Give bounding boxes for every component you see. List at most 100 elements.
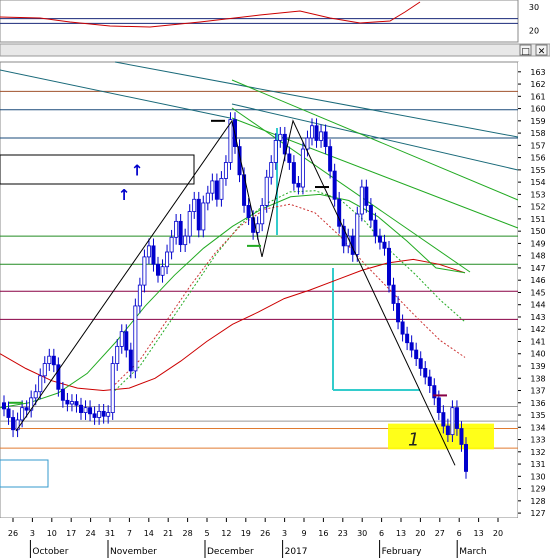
candle xyxy=(137,284,142,307)
candle xyxy=(69,401,74,405)
candle xyxy=(128,349,133,372)
candle xyxy=(377,235,382,243)
candle xyxy=(319,131,324,141)
chart-canvas: 3020 □ ✕ 1↑↑ 163162161160159158157156155… xyxy=(0,0,550,558)
price-tick-label: 161 xyxy=(530,92,545,101)
time-tick-label: 26 xyxy=(260,529,270,538)
candle xyxy=(155,263,160,276)
candle xyxy=(386,247,391,286)
time-tick-label: 27 xyxy=(435,529,445,538)
candle xyxy=(92,413,97,418)
time-tick-label: 20 xyxy=(493,529,503,538)
time-tick-label: 6 xyxy=(379,529,384,538)
candle xyxy=(42,363,47,377)
up-arrow-icon: ↑ xyxy=(118,186,131,204)
price-tick-label: 156 xyxy=(530,154,545,163)
candle xyxy=(332,170,337,200)
month-label: November xyxy=(110,547,157,557)
candle xyxy=(119,331,124,347)
highlight-label: 1 xyxy=(408,430,419,451)
time-tick-label: 26 xyxy=(8,529,18,538)
price-axis: 163 162 161 160 159 158 157 156 155 154 153 152 151 1… xyxy=(518,62,550,518)
time-tick-label: 20 xyxy=(415,529,425,538)
candle xyxy=(210,180,215,194)
time-tick-label: 5 xyxy=(204,529,209,538)
price-tick-label: 152 xyxy=(530,203,545,212)
candle xyxy=(409,342,414,351)
candle xyxy=(183,235,188,246)
month-label: October xyxy=(32,547,68,557)
candle xyxy=(260,205,265,225)
candle xyxy=(441,412,446,427)
candle xyxy=(174,220,179,238)
candle xyxy=(214,180,219,200)
oscillator-tick-label: 20 xyxy=(529,26,539,35)
time-tick-label: 16 xyxy=(318,529,328,538)
candle xyxy=(79,404,84,413)
candle xyxy=(97,410,102,418)
candle xyxy=(364,186,369,206)
candle xyxy=(187,211,192,237)
price-tick-label: 157 xyxy=(530,141,545,150)
candle xyxy=(110,363,115,413)
candle xyxy=(427,376,432,387)
price-tick-label: 128 xyxy=(530,497,545,506)
candle xyxy=(423,368,428,378)
candle xyxy=(436,397,441,413)
candle xyxy=(355,213,360,255)
candle xyxy=(269,162,274,178)
price-tick-label: 153 xyxy=(530,190,545,199)
price-tick-label: 141 xyxy=(530,337,545,346)
candle xyxy=(396,303,401,323)
candle xyxy=(454,407,459,429)
time-tick-label: 12 xyxy=(221,529,231,538)
candle xyxy=(296,182,301,188)
candle xyxy=(146,245,151,258)
panel-header: □ ✕ xyxy=(0,43,550,57)
up-arrow-icon: ↑ xyxy=(131,162,144,180)
oscillator-tick-label: 30 xyxy=(529,3,539,12)
candle xyxy=(314,125,319,141)
price-panel: 1 ↑↑ xyxy=(0,61,519,519)
candle xyxy=(264,176,269,206)
candle xyxy=(391,284,396,304)
price-tick-label: 158 xyxy=(530,129,545,138)
candle xyxy=(47,355,52,364)
price-tick-label: 154 xyxy=(530,178,545,187)
candle xyxy=(450,407,455,436)
price-tick-label: 130 xyxy=(530,472,545,481)
candle xyxy=(83,407,88,413)
candle xyxy=(6,408,11,418)
candle xyxy=(133,305,138,372)
oscillator-frame xyxy=(0,0,519,43)
price-tick-label: 148 xyxy=(530,252,545,261)
price-tick-label: 143 xyxy=(530,313,545,322)
time-tick-label: 21 xyxy=(163,529,173,538)
time-tick-label: 23 xyxy=(338,529,348,538)
candle xyxy=(305,137,310,150)
candle xyxy=(196,198,201,231)
time-tick-label: 3 xyxy=(30,529,35,538)
candle xyxy=(169,236,174,253)
candle xyxy=(287,153,292,163)
candle xyxy=(273,140,278,163)
panel-header-bar xyxy=(0,43,550,57)
candle xyxy=(400,321,405,335)
price-tick-label: 142 xyxy=(530,325,545,334)
time-tick-label: 31 xyxy=(105,529,115,538)
candle xyxy=(219,178,224,200)
candle xyxy=(101,410,106,417)
month-label: February xyxy=(382,547,423,557)
month-label: March xyxy=(459,547,486,557)
candle xyxy=(463,444,468,472)
candle xyxy=(11,417,16,431)
price-tick-label: 138 xyxy=(530,374,545,383)
month-label: 2017 xyxy=(285,547,308,557)
price-tick-label: 163 xyxy=(530,68,545,77)
time-tick-label: 3 xyxy=(282,529,287,538)
candle xyxy=(414,349,419,360)
price-tick-label: 162 xyxy=(530,80,545,89)
price-tick-label: 144 xyxy=(530,301,545,310)
price-tick-label: 139 xyxy=(530,362,545,371)
price-tick-label: 155 xyxy=(530,166,545,175)
